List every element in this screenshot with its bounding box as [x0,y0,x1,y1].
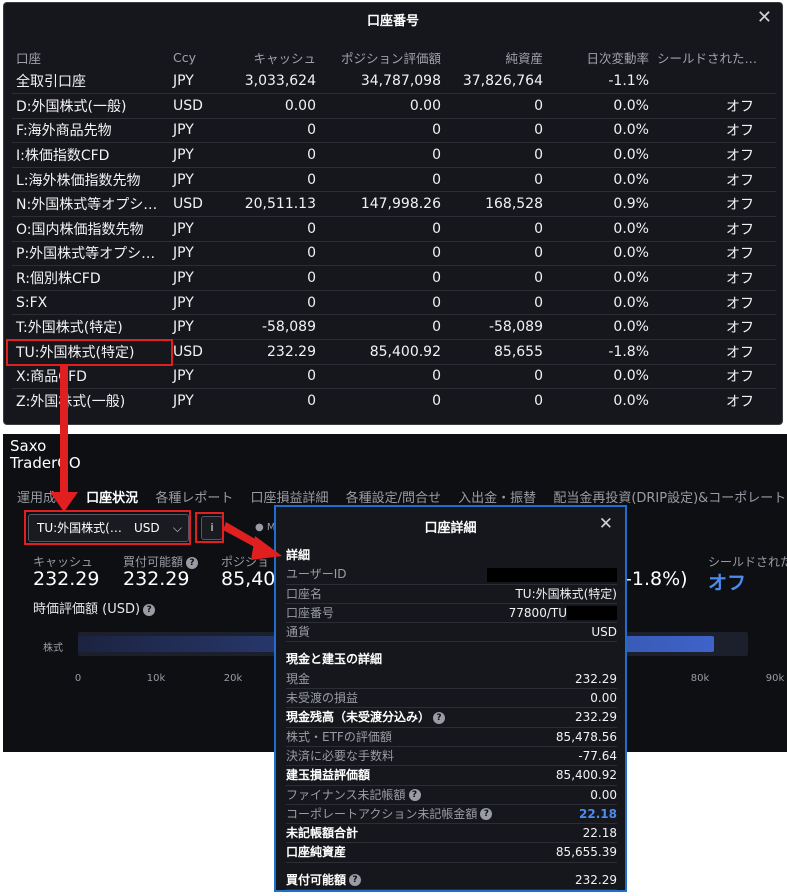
arrow-shaft-down [60,366,68,496]
arrow-head-right [251,536,282,560]
arrow-head-down [50,492,78,512]
annotation-arrows [50,366,282,560]
